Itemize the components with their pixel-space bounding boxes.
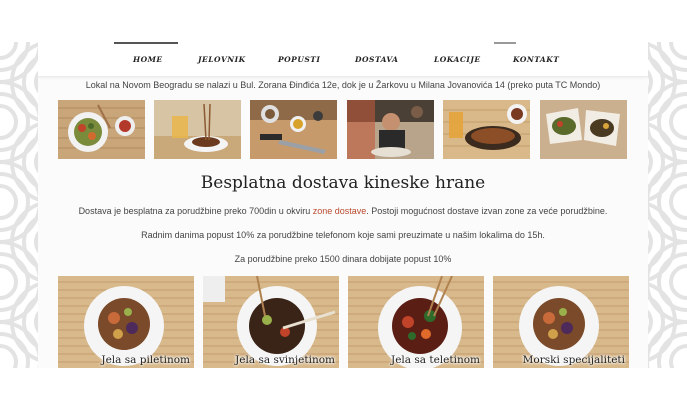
- nav-divider-line: [494, 42, 516, 44]
- category-card-veal[interactable]: Jela sa teletinom: [348, 276, 484, 368]
- nav-item-kontakt[interactable]: KONTAKT: [513, 55, 559, 64]
- category-label: Jela sa piletinom: [101, 354, 190, 366]
- category-label: Morski specijaliteti: [522, 354, 625, 366]
- delivery-text: . Postoji mogućnost dostave izvan zone z…: [366, 206, 608, 216]
- top-navigation: HOME JELOVNIK POPUSTI DOSTAVA LOKACIJE K…: [38, 42, 648, 77]
- category-card-chicken[interactable]: Jela sa piletinom: [58, 276, 194, 368]
- main-content: HOME JELOVNIK POPUSTI DOSTAVA LOKACIJE K…: [38, 42, 648, 368]
- locations-info: Lokal na Novom Beogradu se nalazi u Bul.…: [85, 80, 601, 90]
- category-label: Jela sa teletinom: [391, 354, 480, 366]
- nav-item-dostava[interactable]: DOSTAVA: [355, 55, 398, 64]
- nav-active-indicator: [114, 42, 178, 44]
- nav-item-home[interactable]: HOME: [133, 55, 163, 64]
- gallery-photo[interactable]: [250, 100, 337, 159]
- category-card-seafood[interactable]: Morski specijaliteti: [493, 276, 629, 368]
- delivery-zone-link[interactable]: zone dostave: [313, 206, 367, 216]
- gallery-photo[interactable]: [58, 100, 145, 159]
- delivery-heading: Besplatna dostava kineske hrane: [200, 173, 486, 193]
- nav-item-jelovnik[interactable]: JELOVNIK: [198, 55, 246, 64]
- category-label: Jela sa svinjetinom: [235, 354, 335, 366]
- delivery-text: Dostava je besplatna za porudžbine preko…: [78, 206, 313, 216]
- gallery-photo[interactable]: [540, 100, 627, 159]
- delivery-paragraph: Dostava je besplatna za porudžbine preko…: [38, 206, 648, 216]
- nav-item-lokacije[interactable]: LOKACIJE: [434, 55, 481, 64]
- discount-order-text: Za porudžbine preko 1500 dinara dobijate…: [234, 254, 452, 264]
- gallery-photo[interactable]: [443, 100, 530, 159]
- nav-item-popusti[interactable]: POPUSTI: [278, 55, 320, 64]
- gallery-photo[interactable]: [154, 100, 241, 159]
- category-card-pork[interactable]: Jela sa svinjetinom: [203, 276, 339, 368]
- discount-phone-text: Radnim danima popust 10% za porudžbine t…: [141, 230, 545, 240]
- gallery-photo[interactable]: [347, 100, 434, 159]
